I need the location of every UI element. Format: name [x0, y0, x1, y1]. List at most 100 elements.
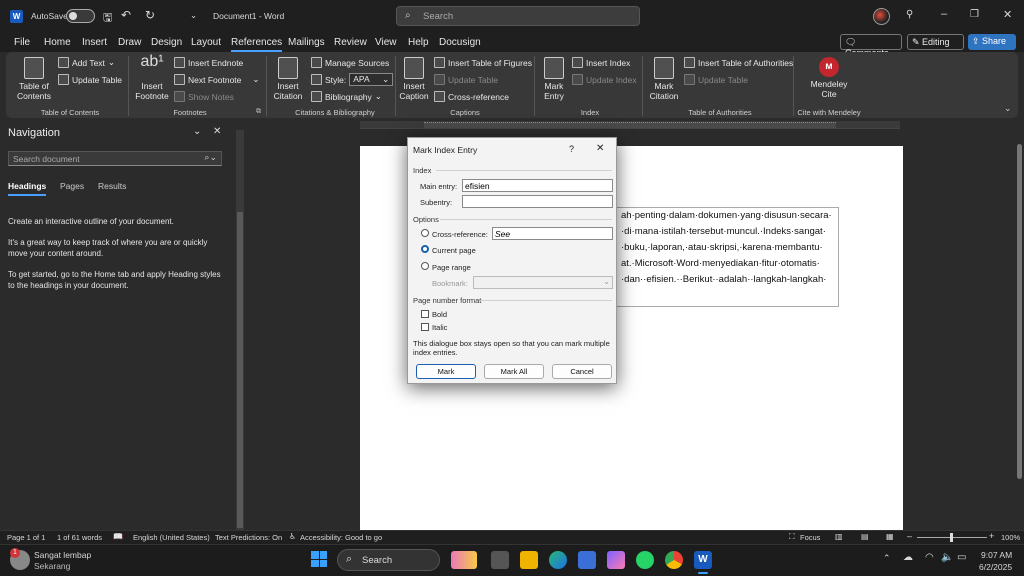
dialog-close-icon[interactable]: ✕: [596, 143, 604, 154]
zoom-slider[interactable]: [917, 533, 987, 542]
vertical-scrollbar[interactable]: [1016, 130, 1024, 530]
scrollbar-thumb[interactable]: [1017, 144, 1022, 479]
nav-tab-pages[interactable]: Pages: [60, 181, 84, 191]
clock-date[interactable]: 6/2/2025: [979, 562, 1012, 572]
task-view-icon[interactable]: [491, 551, 509, 569]
cross-reference-radio[interactable]: [421, 229, 429, 237]
bibliography-button[interactable]: Bibliography ⌄: [311, 91, 382, 102]
clock-time[interactable]: 9:07 AM: [981, 550, 1012, 560]
mark-citation-button[interactable]: Mark Citation: [646, 57, 682, 101]
menu-tab-help[interactable]: Help: [408, 37, 429, 48]
profile-avatar[interactable]: [873, 8, 890, 25]
start-icon[interactable]: [311, 551, 327, 567]
share-button[interactable]: ⇪ Share: [968, 34, 1016, 50]
menu-tab-file[interactable]: File: [14, 37, 30, 48]
cross-reference-field[interactable]: [492, 227, 613, 240]
insert-table-of-figures-button[interactable]: Insert Table of Figures: [434, 57, 532, 68]
taskbar-search-box[interactable]: ⌕ Search: [337, 549, 440, 571]
mark-button[interactable]: Mark: [416, 364, 476, 379]
editing-button[interactable]: ✎ Editing ⌄: [907, 34, 964, 58]
nav-tab-headings[interactable]: Headings: [8, 181, 47, 196]
web-layout-icon[interactable]: ▦: [886, 532, 894, 541]
comments-button[interactable]: 🗨 Comments: [840, 34, 902, 58]
menu-tab-mailings[interactable]: Mailings: [288, 37, 325, 48]
page-range-radio[interactable]: [421, 262, 429, 270]
status-zoom[interactable]: 100%: [1001, 533, 1020, 542]
store-icon[interactable]: [578, 551, 596, 569]
cross-reference-button[interactable]: Cross-reference: [434, 91, 509, 102]
table-of-contents-button[interactable]: Table of Contents: [14, 57, 54, 101]
insert-index-button[interactable]: Insert Index: [572, 57, 630, 68]
current-page-radio[interactable]: [421, 245, 429, 253]
insert-footnote-button[interactable]: ab¹ Insert Footnote: [133, 54, 171, 102]
weather-title[interactable]: Sangat lembap: [34, 550, 91, 560]
copilot-icon[interactable]: [607, 551, 625, 569]
next-footnote-button[interactable]: Next Footnote ⌄: [174, 74, 260, 85]
collapse-ribbon-icon[interactable]: ⌄: [1004, 103, 1012, 114]
status-page[interactable]: Page 1 of 1: [7, 533, 45, 542]
wifi-icon[interactable]: ◠: [925, 552, 934, 563]
undo-icon[interactable]: ↶: [121, 8, 131, 22]
print-layout-icon[interactable]: ▤: [861, 532, 869, 541]
file-explorer-icon[interactable]: [520, 551, 538, 569]
proofing-icon[interactable]: 📖: [113, 532, 123, 541]
document-line[interactable]: ·dan··efisien.··Berikut··adalah··langkah…: [621, 274, 826, 285]
document-line[interactable]: ah·penting·dalam·dokumen·yang·disusun·se…: [621, 210, 832, 221]
menu-tab-layout[interactable]: Layout: [191, 37, 221, 48]
zoom-in-icon[interactable]: +: [989, 531, 994, 541]
insert-endnote-button[interactable]: Insert Endnote: [174, 57, 243, 68]
status-words[interactable]: 1 of 61 words: [57, 533, 102, 542]
minimize-icon[interactable]: –: [941, 8, 947, 20]
mendeley-cite-button[interactable]: ᴍ Mendeley Cite: [805, 57, 853, 99]
title-search-box[interactable]: ⌕ Search: [396, 6, 640, 26]
autosave-toggle[interactable]: [66, 9, 95, 23]
status-language[interactable]: English (United States): [133, 533, 210, 542]
mark-entry-button[interactable]: Mark Entry: [538, 57, 570, 101]
restore-icon[interactable]: ❐: [970, 9, 979, 20]
document-line[interactable]: ·di·mana·istilah·tersebut·muncul.·Indeks…: [621, 226, 826, 237]
menu-tab-view[interactable]: View: [375, 37, 397, 48]
status-focus[interactable]: Focus: [800, 533, 820, 542]
style-dropdown[interactable]: APA ⌄: [349, 73, 394, 86]
zoom-slider-thumb[interactable]: [950, 533, 953, 542]
menu-tab-review[interactable]: Review: [334, 37, 367, 48]
mark-all-button[interactable]: Mark All: [484, 364, 544, 379]
nav-close-icon[interactable]: ✕: [213, 126, 221, 137]
status-text-predictions[interactable]: Text Predictions: On: [215, 533, 282, 542]
redo-icon[interactable]: ↻: [145, 8, 155, 22]
customize-toolbar-icon[interactable]: ⌄: [190, 10, 197, 21]
chrome-icon[interactable]: [665, 551, 683, 569]
document-line[interactable]: at.·Microsoft·Word·menyediakan·fitur·oto…: [621, 258, 820, 269]
menu-tab-docusign[interactable]: Docusign: [439, 37, 481, 48]
volume-icon[interactable]: 🔈: [941, 552, 953, 563]
dialog-help-button[interactable]: ?: [569, 144, 574, 154]
nav-search-input[interactable]: Search document ⌕⌄: [8, 151, 222, 166]
read-mode-icon[interactable]: ▥: [835, 532, 843, 541]
save-icon[interactable]: 🖫: [103, 9, 112, 28]
menu-tab-design[interactable]: Design: [151, 37, 182, 48]
cancel-button[interactable]: Cancel: [552, 364, 612, 379]
edge-icon[interactable]: [549, 551, 567, 569]
insert-table-of-authorities-button[interactable]: Insert Table of Authorities: [684, 57, 793, 68]
bold-checkbox[interactable]: [421, 310, 429, 318]
add-text-button[interactable]: Add Text ⌄: [58, 57, 115, 68]
dialog-launcher-icon[interactable]: ⧉: [256, 108, 261, 116]
menu-tab-home[interactable]: Home: [44, 37, 71, 48]
insert-citation-button[interactable]: Insert Citation: [268, 57, 308, 101]
menu-tab-insert[interactable]: Insert: [82, 37, 107, 48]
manage-sources-button[interactable]: Manage Sources: [311, 57, 389, 68]
search-icon[interactable]: ⌕⌄: [204, 152, 217, 163]
menu-tab-references[interactable]: References: [231, 37, 283, 52]
main-entry-field[interactable]: [462, 179, 613, 192]
nav-options-icon[interactable]: ⌄: [193, 126, 201, 137]
show-hidden-icons[interactable]: ⌃: [883, 553, 891, 564]
lightbulb-icon[interactable]: ⚲: [906, 9, 913, 20]
whatsapp-icon[interactable]: [636, 551, 654, 569]
battery-icon[interactable]: ▭: [957, 552, 966, 563]
italic-checkbox[interactable]: [421, 323, 429, 331]
close-window-icon[interactable]: ✕: [1003, 8, 1012, 21]
subentry-field[interactable]: [462, 195, 613, 208]
zoom-out-icon[interactable]: –: [907, 531, 912, 541]
menu-tab-draw[interactable]: Draw: [118, 37, 141, 48]
word-taskbar-icon[interactable]: W: [694, 551, 712, 569]
